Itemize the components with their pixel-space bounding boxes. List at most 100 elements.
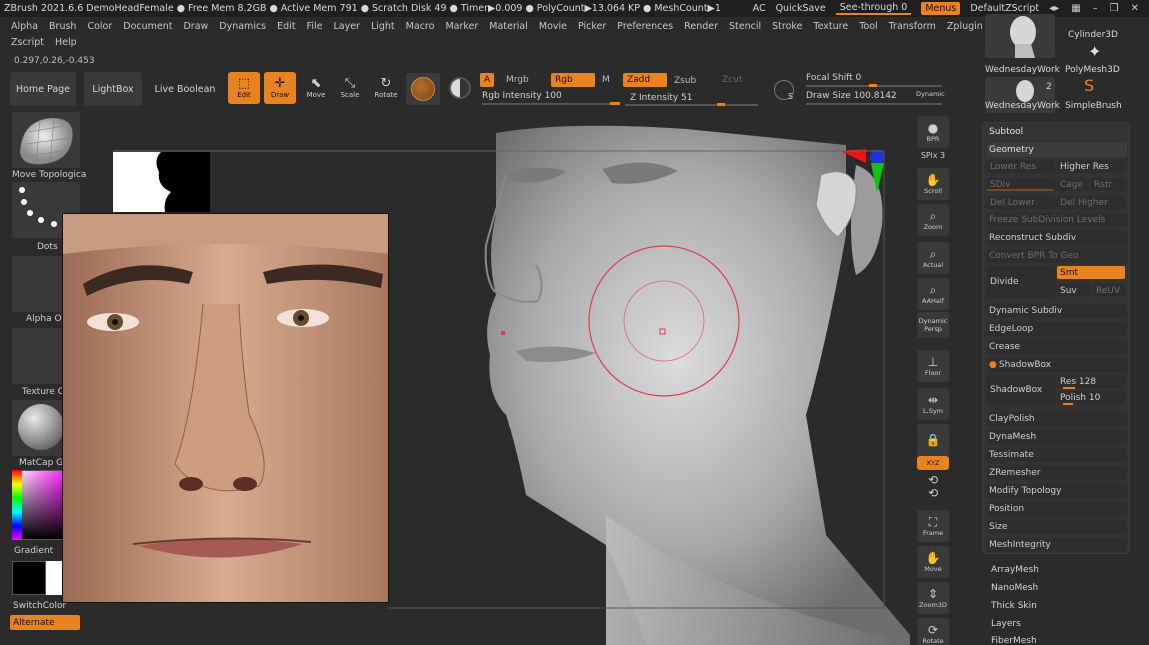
zoom3d-button[interactable]: ⇕ Zoom3D bbox=[917, 582, 949, 614]
menu-layer[interactable]: Layer bbox=[333, 21, 360, 32]
rgb-intensity-slider[interactable]: Rgb Intensity 100 bbox=[482, 91, 562, 101]
polish-slider-fill[interactable] bbox=[1063, 403, 1073, 405]
mrgb-toggle[interactable]: Mrgb bbox=[502, 73, 533, 87]
ac-button[interactable]: AC bbox=[753, 3, 766, 14]
thick-skin-header[interactable]: Thick Skin bbox=[991, 601, 1037, 611]
layers-header[interactable]: Layers bbox=[991, 619, 1021, 629]
dynamic-size-toggle[interactable]: Dynamic bbox=[916, 90, 945, 98]
z-intensity-slider[interactable]: Z Intensity 51 bbox=[630, 93, 693, 103]
menu-picker[interactable]: Picker bbox=[578, 21, 606, 32]
floor-button[interactable]: ⊥ Floor bbox=[917, 350, 949, 382]
bpr-button[interactable]: ● BPR bbox=[917, 116, 949, 148]
scale-mode-button[interactable]: ⤡ Scale bbox=[334, 72, 366, 104]
zremesher-header[interactable]: ZRemesher bbox=[987, 466, 1127, 480]
draw-mode-button[interactable]: ✛ Draw bbox=[264, 72, 296, 104]
menu-draw[interactable]: Draw bbox=[183, 21, 208, 32]
polymesh-star-icon[interactable]: ✦ bbox=[1088, 42, 1101, 61]
menu-brush[interactable]: Brush bbox=[49, 21, 76, 32]
menu-material[interactable]: Material bbox=[489, 21, 528, 32]
rotate-mode-button[interactable]: ↻ Rotate bbox=[370, 72, 402, 104]
menu-color[interactable]: Color bbox=[87, 21, 112, 32]
xyz-button[interactable]: XYZ bbox=[917, 456, 949, 470]
brush-thumbnail[interactable] bbox=[12, 112, 80, 168]
edit-mode-button[interactable]: ⬚ Edit bbox=[228, 72, 260, 104]
subtool-header[interactable]: Subtool bbox=[987, 125, 1127, 139]
m-toggle[interactable]: M bbox=[598, 73, 614, 87]
dynamic-subdiv-header[interactable]: Dynamic Subdiv bbox=[987, 304, 1127, 318]
del-higher-button[interactable]: Del Higher bbox=[1057, 196, 1125, 209]
rstr-button[interactable]: Rstr bbox=[1091, 178, 1125, 191]
focal-shift-slider[interactable]: Focal Shift 0 bbox=[806, 73, 861, 83]
size-header[interactable]: Size bbox=[987, 520, 1127, 534]
lsym-button[interactable]: ⇹ L.Sym bbox=[917, 388, 949, 420]
hue-strip[interactable] bbox=[12, 470, 22, 540]
actual-button[interactable]: ⌕ Actual bbox=[917, 242, 949, 274]
res-slider-fill[interactable] bbox=[1063, 387, 1075, 389]
crease-header[interactable]: Crease bbox=[987, 340, 1127, 354]
rgb-toggle[interactable]: Rgb bbox=[551, 73, 595, 87]
polymesh-tool-label[interactable]: PolyMesh3D bbox=[1065, 65, 1120, 75]
suv-toggle[interactable]: Suv bbox=[1057, 284, 1091, 297]
menu-render[interactable]: Render bbox=[684, 21, 718, 32]
menu-tool[interactable]: Tool bbox=[859, 21, 877, 32]
home-page-button[interactable]: Home Page bbox=[10, 72, 76, 106]
rgb-intensity-knob[interactable] bbox=[610, 102, 620, 105]
menu-dynamics[interactable]: Dynamics bbox=[219, 21, 266, 32]
zsub-toggle[interactable]: Zsub bbox=[670, 74, 700, 88]
meshintegrity-header[interactable]: MeshIntegrity bbox=[987, 538, 1127, 552]
divide-button[interactable]: Divide bbox=[987, 266, 1055, 298]
higher-res-button[interactable]: Higher Res bbox=[1057, 160, 1125, 173]
rotate-view-button[interactable]: ⟳ Rotate bbox=[917, 618, 949, 645]
lower-res-button[interactable]: Lower Res bbox=[987, 160, 1055, 173]
live-boolean-button[interactable]: Live Boolean bbox=[150, 72, 220, 106]
wednesday-tool-thumb-1[interactable] bbox=[985, 14, 1055, 58]
position-header[interactable]: Position bbox=[987, 502, 1127, 516]
close-icon[interactable]: ✕ bbox=[1131, 3, 1139, 14]
menu-transform[interactable]: Transform bbox=[889, 21, 936, 32]
switch-color-button[interactable]: SwitchColor bbox=[13, 601, 66, 611]
menu-file[interactable]: File bbox=[307, 21, 323, 32]
zcut-toggle[interactable]: Zcut bbox=[718, 73, 746, 87]
convert-bpr-button[interactable]: Convert BPR To Geo bbox=[987, 249, 1127, 263]
menu-marker[interactable]: Marker bbox=[445, 21, 478, 32]
edgeloop-header[interactable]: EdgeLoop bbox=[987, 322, 1127, 336]
aahalf-button[interactable]: ⌕ AAHalf bbox=[917, 278, 949, 310]
zoom-button[interactable]: ⌕ Zoom bbox=[917, 204, 949, 236]
secondary-color-swatch[interactable] bbox=[46, 561, 62, 595]
see-through-slider[interactable]: See-through 0 bbox=[835, 2, 912, 15]
cylinder-tool-label[interactable]: Cylinder3D bbox=[1068, 30, 1118, 40]
z-intensity-knob[interactable] bbox=[717, 103, 725, 106]
menu-movie[interactable]: Movie bbox=[539, 21, 567, 32]
dynamesh-header[interactable]: DynaMesh bbox=[987, 430, 1127, 444]
move-mode-button[interactable]: ⬉ Move bbox=[300, 72, 332, 104]
cage-button[interactable]: Cage bbox=[1057, 178, 1089, 191]
layout-icon[interactable]: ◂▸ bbox=[1049, 3, 1059, 14]
menu-stencil[interactable]: Stencil bbox=[729, 21, 761, 32]
claypolish-header[interactable]: ClayPolish bbox=[987, 412, 1127, 426]
lightbox-button[interactable]: LightBox bbox=[84, 72, 142, 106]
nanomesh-header[interactable]: NanoMesh bbox=[991, 583, 1038, 593]
sdiv-track[interactable] bbox=[987, 189, 1053, 191]
arraymesh-header[interactable]: ArrayMesh bbox=[991, 565, 1039, 575]
focal-shift-knob[interactable] bbox=[869, 84, 877, 87]
quicksave-button[interactable]: QuickSave bbox=[776, 3, 826, 14]
move-view-button[interactable]: ✋ Move bbox=[917, 546, 949, 578]
freeze-subdiv-button[interactable]: Freeze SubDivision Levels bbox=[987, 213, 1127, 227]
menu-texture[interactable]: Texture bbox=[813, 21, 848, 32]
geometry-header[interactable]: Geometry bbox=[987, 143, 1127, 157]
alternate-button[interactable]: Alternate bbox=[10, 615, 80, 630]
menu-preferences[interactable]: Preferences bbox=[617, 21, 673, 32]
simplebrush-s-icon[interactable]: S bbox=[1084, 76, 1094, 95]
primary-color-swatch[interactable] bbox=[12, 561, 46, 595]
menu-stroke[interactable]: Stroke bbox=[772, 21, 802, 32]
simplebrush-tool-label[interactable]: SimpleBrush bbox=[1065, 101, 1122, 111]
rgb-intensity-track[interactable] bbox=[482, 103, 620, 105]
menu-edit[interactable]: Edit bbox=[277, 21, 295, 32]
z-intensity-track[interactable] bbox=[625, 104, 758, 106]
menu-zplugin[interactable]: Zplugin bbox=[947, 21, 983, 32]
reconstruct-subdiv-button[interactable]: Reconstruct Subdiv bbox=[987, 231, 1127, 245]
default-zscript-button[interactable]: DefaultZScript bbox=[970, 3, 1039, 14]
shadowbox-header[interactable]: ● ShadowBox bbox=[987, 358, 1127, 372]
rotate-axis-icons[interactable]: ⟲ ⟲ bbox=[917, 472, 949, 502]
a-toggle[interactable]: A bbox=[480, 73, 495, 87]
